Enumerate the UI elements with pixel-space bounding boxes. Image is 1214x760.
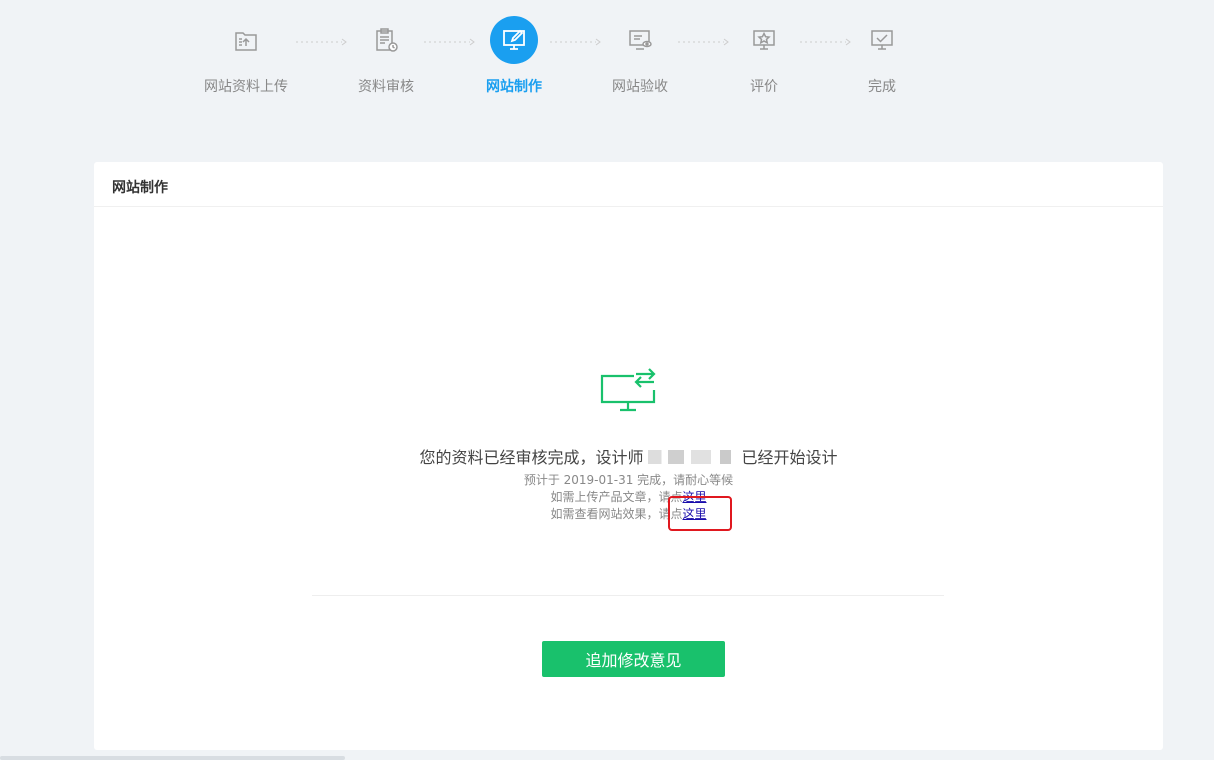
monitor-sync-icon bbox=[600, 366, 660, 416]
status-message-suffix: 已经开始设计 bbox=[741, 448, 838, 467]
star-monitor-icon bbox=[740, 16, 788, 64]
folder-upload-icon bbox=[222, 16, 270, 64]
step-complete: 完成 bbox=[822, 16, 942, 96]
step-label: 网站制作 bbox=[486, 79, 542, 95]
step-label: 网站验收 bbox=[612, 79, 668, 95]
edit-monitor-icon bbox=[490, 16, 538, 64]
page: 网站资料上传 资料审核 网站制作 网站验收 评价 完成 网站制作 您的资料已经审… bbox=[0, 0, 1214, 760]
step-label: 完成 bbox=[868, 79, 896, 95]
status-message: 您的资料已经审核完成，设计师 已经开始设计 bbox=[94, 444, 1163, 468]
step-label: 评价 bbox=[750, 79, 778, 95]
monitor-eye-icon bbox=[616, 16, 664, 64]
horizontal-scrollbar[interactable] bbox=[0, 756, 345, 760]
upload-line: 如需上传产品文章，请点这里 bbox=[94, 489, 1163, 506]
eta-line: 预计于 2019-01-31 完成，请耐心等候 bbox=[523, 473, 734, 487]
preview-line-text: 如需查看网站效果，请点 bbox=[550, 507, 683, 521]
step-acceptance: 网站验收 bbox=[580, 16, 700, 96]
status-message-prefix: 您的资料已经审核完成，设计师 bbox=[419, 448, 644, 467]
production-card: 网站制作 您的资料已经审核完成，设计师 已经开始设计 预计于 2019-01-31… bbox=[94, 162, 1163, 750]
progress-steps: 网站资料上传 资料审核 网站制作 网站验收 评价 完成 bbox=[0, 16, 1214, 116]
step-upload: 网站资料上传 bbox=[186, 16, 306, 96]
upload-line-text: 如需上传产品文章，请点 bbox=[550, 490, 683, 504]
add-revision-button[interactable]: 追加修改意见 bbox=[542, 641, 725, 677]
check-monitor-icon bbox=[858, 16, 906, 64]
info-lines: 预计于 2019-01-31 完成，请耐心等候 如需上传产品文章，请点这里 如需… bbox=[94, 472, 1163, 523]
clipboard-clock-icon bbox=[362, 16, 410, 64]
card-title: 网站制作 bbox=[94, 162, 1163, 207]
step-review: 资料审核 bbox=[326, 16, 446, 96]
step-rating: 评价 bbox=[704, 16, 824, 96]
preview-line: 如需查看网站效果，请点这里 bbox=[94, 506, 1163, 523]
divider bbox=[312, 595, 944, 596]
step-label: 资料审核 bbox=[358, 79, 414, 95]
step-label: 网站资料上传 bbox=[204, 79, 288, 95]
designer-name-redacted bbox=[647, 450, 738, 464]
annotation-highlight bbox=[668, 496, 732, 531]
step-production: 网站制作 bbox=[454, 16, 574, 96]
